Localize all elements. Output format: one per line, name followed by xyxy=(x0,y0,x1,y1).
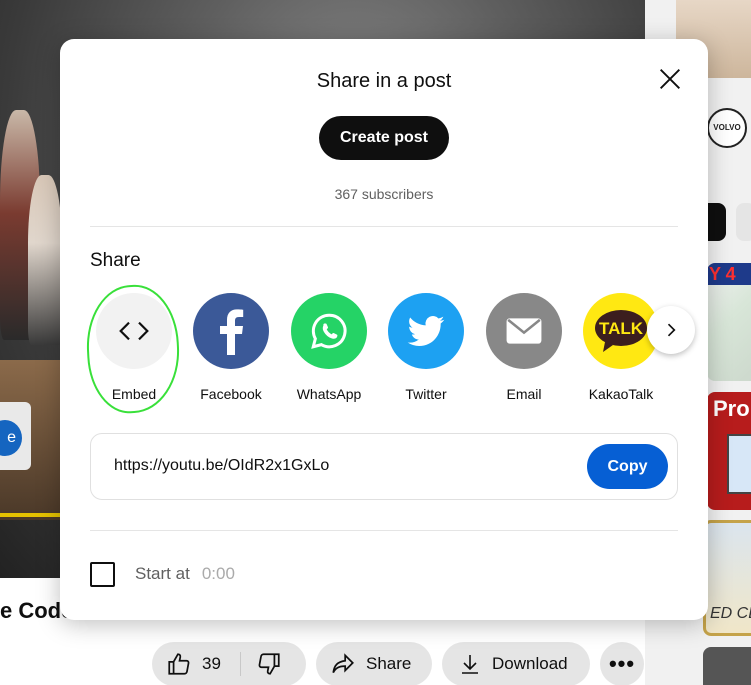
share-url-box: https://youtu.be/OIdR2x1GxLo Copy xyxy=(90,433,678,500)
start-at-row: Start at 0:00 xyxy=(90,560,262,588)
start-at-time-input[interactable]: 0:00 xyxy=(202,564,262,584)
share-target-label: Facebook xyxy=(200,386,262,402)
share-target-whatsapp[interactable]: WhatsApp xyxy=(284,293,374,402)
copy-button[interactable]: Copy xyxy=(587,444,668,489)
share-target-email[interactable]: Email xyxy=(479,293,569,402)
share-dialog: Share in a post Create post 367 subscrib… xyxy=(60,39,708,620)
share-target-kakaotalk[interactable]: TALK KakaoTalk xyxy=(576,293,666,402)
subscriber-count: 367 subscribers xyxy=(334,186,434,202)
share-target-label: WhatsApp xyxy=(296,386,362,402)
share-target-embed[interactable]: Embed xyxy=(89,293,179,402)
embed-icon xyxy=(96,293,172,369)
start-at-checkbox[interactable] xyxy=(90,561,115,587)
close-icon[interactable] xyxy=(656,65,684,93)
email-icon xyxy=(486,293,562,369)
share-target-label: Embed xyxy=(111,386,157,402)
divider xyxy=(90,226,678,227)
next-arrow-button[interactable] xyxy=(647,306,695,354)
share-target-label: Twitter xyxy=(405,386,447,402)
share-url[interactable]: https://youtu.be/OIdR2x1GxLo xyxy=(114,457,329,475)
dialog-title: Share in a post xyxy=(316,70,452,92)
kakaotalk-icon-text: TALK xyxy=(599,319,644,338)
start-at-label: Start at xyxy=(135,564,190,583)
share-target-label: Email xyxy=(506,386,542,402)
create-post-button[interactable]: Create post xyxy=(319,116,449,160)
share-target-twitter[interactable]: Twitter xyxy=(381,293,471,402)
share-target-facebook[interactable]: Facebook xyxy=(186,293,276,402)
divider xyxy=(90,530,678,531)
twitter-icon xyxy=(388,293,464,369)
share-target-label: KakaoTalk xyxy=(588,386,654,402)
chevron-right-icon xyxy=(667,323,676,337)
share-section-label: Share xyxy=(90,250,141,271)
facebook-icon xyxy=(193,293,269,369)
whatsapp-icon xyxy=(291,293,367,369)
